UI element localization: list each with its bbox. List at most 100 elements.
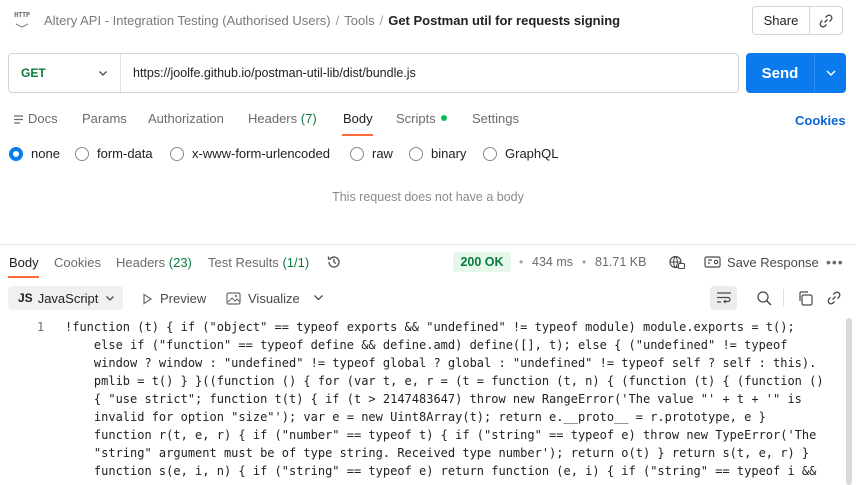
- radio-graphql[interactable]: GraphQL: [483, 146, 558, 161]
- active-tab-underline: [342, 134, 373, 136]
- send-button[interactable]: Send: [746, 53, 846, 93]
- code-line: window ? window : "undefined" != typeof …: [65, 356, 817, 370]
- save-response-button[interactable]: Save Response: [727, 255, 819, 270]
- scripts-active-dot: [440, 115, 447, 121]
- network-globe-icon[interactable]: [668, 254, 686, 270]
- more-options-icon[interactable]: •••: [826, 254, 844, 270]
- language-value: JavaScript: [37, 290, 99, 306]
- toolbar-divider: [783, 289, 784, 307]
- chevron-down-icon[interactable]: [313, 292, 324, 303]
- status-badge[interactable]: 200 OK: [453, 252, 511, 272]
- tab-label: Cookies: [54, 255, 101, 270]
- preview-label: Preview: [160, 291, 207, 306]
- radio-icon: [75, 146, 89, 161]
- docs-icon: [14, 115, 23, 124]
- radio-selected-icon: [9, 146, 23, 161]
- radio-raw[interactable]: raw: [350, 146, 393, 161]
- wrap-lines-button[interactable]: [710, 286, 737, 310]
- share-button[interactable]: Share: [752, 6, 810, 35]
- radio-form-data[interactable]: form-data: [75, 146, 153, 161]
- breadcrumb: Altery API - Integration Testing (Author…: [44, 13, 620, 28]
- response-tab-test-results[interactable]: Test Results (1/1): [208, 255, 309, 270]
- preview-button[interactable]: Preview: [141, 291, 206, 306]
- copy-icon[interactable]: [797, 290, 814, 307]
- radio-label: binary: [431, 146, 467, 161]
- send-label: Send: [761, 64, 799, 82]
- code-line: pmlib = t() } }((function () { for (var …: [65, 374, 824, 388]
- play-icon: [143, 292, 153, 305]
- radio-label: form-data: [97, 146, 153, 161]
- radio-binary[interactable]: binary: [409, 146, 466, 161]
- tab-count: (23): [168, 255, 192, 270]
- tab-label: Body: [9, 255, 39, 270]
- send-options-button[interactable]: [815, 67, 846, 79]
- radio-icon: [483, 146, 497, 161]
- breadcrumb-workspace[interactable]: Altery API - Integration Testing (Author…: [44, 13, 331, 28]
- response-tab-cookies[interactable]: Cookies: [54, 255, 101, 270]
- method-value: GET: [21, 66, 46, 80]
- tab-label: Docs: [28, 111, 58, 126]
- code-line: "string" argument must be of type string…: [65, 446, 810, 460]
- breadcrumb-request-title[interactable]: Get Postman util for requests signing: [388, 13, 620, 28]
- pane-divider[interactable]: [0, 244, 856, 245]
- copy-link-button[interactable]: [809, 6, 843, 35]
- radio-none[interactable]: none: [9, 146, 60, 161]
- method-select[interactable]: GET: [9, 54, 121, 92]
- tab-count: (7): [300, 111, 317, 126]
- radio-icon: [350, 146, 364, 161]
- chevron-down-icon: [106, 296, 115, 301]
- cookies-link[interactable]: Cookies: [795, 113, 846, 128]
- tab-label: Test Results: [208, 255, 279, 270]
- tab-label: Settings: [472, 111, 519, 126]
- tab-headers[interactable]: Headers (7): [248, 111, 317, 126]
- code-line: function r(t, e, r) { if ("number" == ty…: [65, 428, 817, 442]
- response-tab-headers[interactable]: Headers (23): [116, 255, 192, 270]
- share-label: Share: [763, 13, 799, 28]
- tab-label: Scripts: [396, 111, 436, 126]
- chevron-down-icon: [825, 70, 836, 77]
- visualize-label: Visualize: [248, 291, 300, 306]
- history-icon[interactable]: [326, 254, 342, 270]
- url-bar: GET https://joolfe.github.io/postman-uti…: [8, 53, 739, 93]
- breadcrumb-separator: /: [379, 13, 384, 28]
- code-line: else if ("function" == typeof define && …: [65, 338, 788, 352]
- tab-label: Headers: [248, 111, 298, 126]
- tab-label: Params: [82, 111, 127, 126]
- tab-label: Headers: [116, 255, 166, 270]
- active-tab-underline: [8, 276, 39, 278]
- tab-body[interactable]: Body: [343, 111, 373, 126]
- response-code-view[interactable]: 1 !function (t) { if ("object" == typeof…: [0, 317, 856, 485]
- response-time[interactable]: 434 ms: [532, 255, 573, 269]
- radio-icon: [170, 146, 184, 161]
- tab-authorization[interactable]: Authorization: [148, 111, 224, 126]
- tab-settings[interactable]: Settings: [472, 111, 519, 126]
- response-tab-body[interactable]: Body: [9, 255, 39, 270]
- language-badge: JS: [18, 291, 33, 305]
- link-icon: [819, 14, 833, 27]
- meta-separator: •: [519, 255, 524, 269]
- link-icon[interactable]: [826, 290, 842, 306]
- meta-separator: •: [582, 255, 587, 269]
- breadcrumb-folder[interactable]: Tools: [344, 13, 374, 28]
- radio-label: x-www-form-urlencoded: [192, 146, 330, 161]
- chevron-down-icon: [99, 71, 107, 76]
- radio-x-www-form-urlencoded[interactable]: x-www-form-urlencoded: [170, 146, 330, 161]
- wrap-lines-icon: [716, 292, 731, 304]
- code-scrollbar[interactable]: [846, 318, 852, 485]
- request-tabs: Docs Params Authorization Headers (7) Bo…: [0, 106, 856, 136]
- search-icon[interactable]: [756, 290, 773, 307]
- code-line: function s(e, i, n) { if ("string" == ty…: [65, 464, 817, 478]
- tab-docs[interactable]: Docs: [13, 111, 58, 126]
- body-type-radios: none form-data x-www-form-urlencoded raw…: [0, 146, 856, 166]
- breadcrumb-separator: /: [335, 13, 340, 28]
- tab-scripts[interactable]: Scripts: [396, 111, 447, 126]
- url-input[interactable]: https://joolfe.github.io/postman-util-li…: [121, 66, 416, 80]
- radio-label: none: [31, 146, 60, 161]
- language-select[interactable]: JS JavaScript: [8, 286, 123, 310]
- top-bar: HTTP Altery API - Integration Testing (A…: [0, 0, 856, 42]
- visualize-button[interactable]: Visualize: [226, 291, 300, 306]
- line-number: 1: [37, 320, 45, 334]
- tab-params[interactable]: Params: [82, 111, 127, 126]
- image-icon: [226, 292, 241, 305]
- response-size[interactable]: 81.71 KB: [595, 255, 646, 269]
